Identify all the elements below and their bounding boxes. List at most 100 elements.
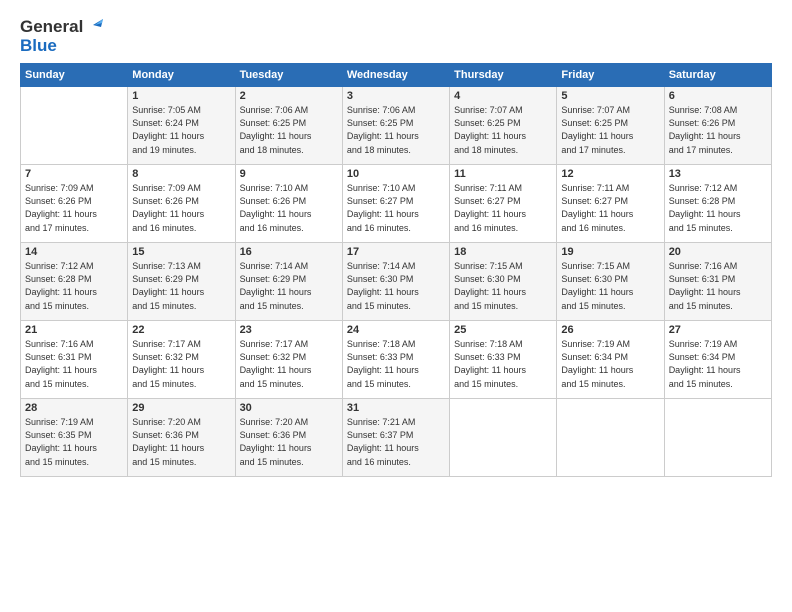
calendar-cell: 4Sunrise: 7:07 AMSunset: 6:25 PMDaylight… [450, 87, 557, 165]
day-number: 31 [347, 402, 445, 414]
calendar-cell: 25 Sunrise: 7:18 AMSunset: 6:33 PMDayligh… [450, 321, 557, 399]
calendar-cell: 24Sunrise: 7:18 AMSunset: 6:33 PMDayligh… [342, 321, 449, 399]
day-number: 29 [132, 402, 230, 414]
calendar-cell: 6 Sunrise: 7:08 AMSunset: 6:26 PMDaylight… [664, 87, 771, 165]
day-info: Sunrise: 7:19 AMSunset: 6:35 PMDaylight:… [25, 416, 123, 468]
day-number: 10 [347, 168, 445, 180]
weekday-header: Saturday [664, 64, 771, 87]
day-info: Sunrise: 7:19 AMSunset: 6:34 PMDaylight:… [669, 338, 767, 390]
day-info: Sunrise: 7:06 AMSunset: 6:25 PMDaylight:… [240, 104, 338, 156]
weekday-header: Monday [128, 64, 235, 87]
day-info: Sunrise: 7:07 AMSunset: 6:25 PMDaylight:… [454, 104, 552, 156]
calendar-cell: 15 Sunrise: 7:13 AMSunset: 6:29 PMDayligh… [128, 243, 235, 321]
calendar-body: 1Sunrise: 7:05 AMSunset: 6:24 PMDaylight… [21, 87, 772, 477]
day-info: Sunrise: 7:07 AMSunset: 6:25 PMDaylight:… [561, 104, 659, 156]
calendar-cell: 12 Sunrise: 7:11 AMSunset: 6:27 PMDayligh… [557, 165, 664, 243]
day-info: Sunrise: 7:19 AMSunset: 6:34 PMDaylight:… [561, 338, 659, 390]
calendar-cell [21, 87, 128, 165]
day-number: 13 [669, 168, 767, 180]
day-number: 6 [669, 90, 767, 102]
calendar-cell: 26 Sunrise: 7:19 AMSunset: 6:34 PMDayligh… [557, 321, 664, 399]
calendar-cell: 11 Sunrise: 7:11 AMSunset: 6:27 PMDayligh… [450, 165, 557, 243]
calendar-cell: 31 Sunrise: 7:21 AMSunset: 6:37 PMDayligh… [342, 399, 449, 477]
day-info: Sunrise: 7:11 AMSunset: 6:27 PMDaylight:… [454, 182, 552, 234]
calendar-cell: 1Sunrise: 7:05 AMSunset: 6:24 PMDaylight… [128, 87, 235, 165]
logo: General Blue [20, 18, 105, 55]
day-number: 17 [347, 246, 445, 258]
day-info: Sunrise: 7:18 AMSunset: 6:33 PMDaylight:… [347, 338, 445, 390]
day-info: Sunrise: 7:21 AMSunset: 6:37 PMDaylight:… [347, 416, 445, 468]
page-header: General Blue [20, 18, 772, 55]
calendar-week-row: 21 Sunrise: 7:16 AMSunset: 6:31 PMDayligh… [21, 321, 772, 399]
day-info: Sunrise: 7:15 AMSunset: 6:30 PMDaylight:… [561, 260, 659, 312]
day-number: 12 [561, 168, 659, 180]
day-number: 3 [347, 90, 445, 102]
day-info: Sunrise: 7:06 AMSunset: 6:25 PMDaylight:… [347, 104, 445, 156]
day-number: 25 [454, 324, 552, 336]
calendar-header-row: SundayMondayTuesdayWednesdayThursdayFrid… [21, 64, 772, 87]
calendar-cell: 21 Sunrise: 7:16 AMSunset: 6:31 PMDayligh… [21, 321, 128, 399]
day-info: Sunrise: 7:15 AMSunset: 6:30 PMDaylight:… [454, 260, 552, 312]
calendar-cell: 19 Sunrise: 7:15 AMSunset: 6:30 PMDayligh… [557, 243, 664, 321]
calendar-cell: 20 Sunrise: 7:16 AMSunset: 6:31 PMDayligh… [664, 243, 771, 321]
day-number: 9 [240, 168, 338, 180]
calendar-cell: 29 Sunrise: 7:20 AMSunset: 6:36 PMDayligh… [128, 399, 235, 477]
weekday-header: Tuesday [235, 64, 342, 87]
weekday-header: Thursday [450, 64, 557, 87]
day-number: 7 [25, 168, 123, 180]
day-number: 19 [561, 246, 659, 258]
weekday-header: Sunday [21, 64, 128, 87]
day-info: Sunrise: 7:09 AMSunset: 6:26 PMDaylight:… [132, 182, 230, 234]
day-number: 23 [240, 324, 338, 336]
day-info: Sunrise: 7:18 AMSunset: 6:33 PMDaylight:… [454, 338, 552, 390]
day-info: Sunrise: 7:14 AMSunset: 6:30 PMDaylight:… [347, 260, 445, 312]
day-info: Sunrise: 7:12 AMSunset: 6:28 PMDaylight:… [25, 260, 123, 312]
calendar-cell [557, 399, 664, 477]
day-number: 18 [454, 246, 552, 258]
day-number: 5 [561, 90, 659, 102]
calendar-week-row: 7 Sunrise: 7:09 AMSunset: 6:26 PMDaylight… [21, 165, 772, 243]
weekday-header: Wednesday [342, 64, 449, 87]
day-number: 21 [25, 324, 123, 336]
day-info: Sunrise: 7:20 AMSunset: 6:36 PMDaylight:… [132, 416, 230, 468]
calendar-cell: 16 Sunrise: 7:14 AMSunset: 6:29 PMDayligh… [235, 243, 342, 321]
calendar-week-row: 1Sunrise: 7:05 AMSunset: 6:24 PMDaylight… [21, 87, 772, 165]
calendar-week-row: 28 Sunrise: 7:19 AMSunset: 6:35 PMDayligh… [21, 399, 772, 477]
calendar-cell: 22Sunrise: 7:17 AMSunset: 6:32 PMDayligh… [128, 321, 235, 399]
day-info: Sunrise: 7:17 AMSunset: 6:32 PMDaylight:… [240, 338, 338, 390]
day-number: 20 [669, 246, 767, 258]
calendar-cell: 8 Sunrise: 7:09 AMSunset: 6:26 PMDaylight… [128, 165, 235, 243]
day-info: Sunrise: 7:14 AMSunset: 6:29 PMDaylight:… [240, 260, 338, 312]
calendar-cell: 27 Sunrise: 7:19 AMSunset: 6:34 PMDayligh… [664, 321, 771, 399]
calendar-cell: 10 Sunrise: 7:10 AMSunset: 6:27 PMDayligh… [342, 165, 449, 243]
day-number: 16 [240, 246, 338, 258]
day-number: 26 [561, 324, 659, 336]
day-number: 8 [132, 168, 230, 180]
day-info: Sunrise: 7:16 AMSunset: 6:31 PMDaylight:… [25, 338, 123, 390]
day-number: 1 [132, 90, 230, 102]
day-info: Sunrise: 7:09 AMSunset: 6:26 PMDaylight:… [25, 182, 123, 234]
day-info: Sunrise: 7:16 AMSunset: 6:31 PMDaylight:… [669, 260, 767, 312]
day-info: Sunrise: 7:13 AMSunset: 6:29 PMDaylight:… [132, 260, 230, 312]
calendar-cell: 18 Sunrise: 7:15 AMSunset: 6:30 PMDayligh… [450, 243, 557, 321]
day-info: Sunrise: 7:08 AMSunset: 6:26 PMDaylight:… [669, 104, 767, 156]
day-number: 22 [132, 324, 230, 336]
calendar-cell [664, 399, 771, 477]
day-number: 27 [669, 324, 767, 336]
calendar-week-row: 14Sunrise: 7:12 AMSunset: 6:28 PMDayligh… [21, 243, 772, 321]
weekday-header: Friday [557, 64, 664, 87]
day-number: 15 [132, 246, 230, 258]
calendar-cell: 2 Sunrise: 7:06 AMSunset: 6:25 PMDaylight… [235, 87, 342, 165]
day-info: Sunrise: 7:11 AMSunset: 6:27 PMDaylight:… [561, 182, 659, 234]
day-number: 2 [240, 90, 338, 102]
logo-blue: Blue [20, 37, 105, 56]
day-info: Sunrise: 7:10 AMSunset: 6:27 PMDaylight:… [347, 182, 445, 234]
calendar-cell: 14Sunrise: 7:12 AMSunset: 6:28 PMDayligh… [21, 243, 128, 321]
day-number: 11 [454, 168, 552, 180]
calendar-cell [450, 399, 557, 477]
calendar-table: SundayMondayTuesdayWednesdayThursdayFrid… [20, 63, 772, 477]
calendar-cell: 17 Sunrise: 7:14 AMSunset: 6:30 PMDayligh… [342, 243, 449, 321]
day-number: 30 [240, 402, 338, 414]
day-number: 28 [25, 402, 123, 414]
calendar-cell: 13Sunrise: 7:12 AMSunset: 6:28 PMDayligh… [664, 165, 771, 243]
